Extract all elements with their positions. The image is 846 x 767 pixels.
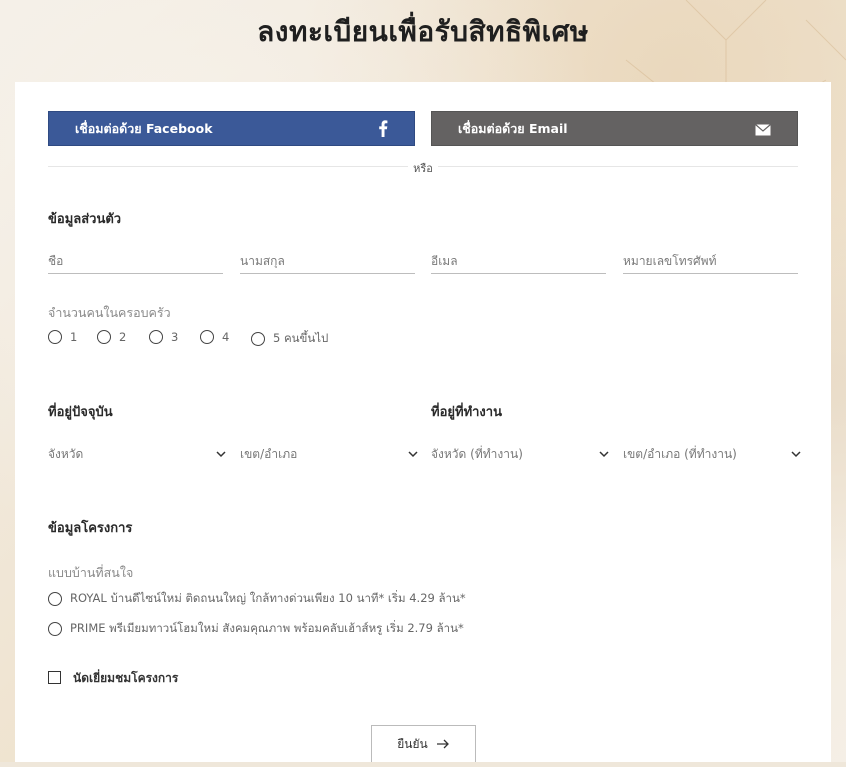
submit-label: ยืนยัน bbox=[397, 736, 428, 751]
house-option-label: PRIME พรีเมียมทาวน์โฮมใหม่ สังคมคุณภาพ พ… bbox=[70, 621, 464, 635]
registration-form: เชื่อมต่อด้วย Facebook เชื่อมต่อด้วย Ema… bbox=[15, 82, 831, 767]
work-district-select[interactable]: เขต/อำเภอ (ที่ทำงาน) bbox=[623, 441, 801, 467]
divider-text: หรือ bbox=[408, 159, 438, 177]
family-option-label: 2 bbox=[119, 330, 127, 344]
work-district-select-label: เขต/อำเภอ (ที่ทำงาน) bbox=[623, 446, 737, 461]
family-option-label: 4 bbox=[222, 330, 230, 344]
page-title: ลงทะเบียนเพื่อรับสิทธิพิเศษ bbox=[257, 15, 589, 48]
family-option-label: 5 คนขึ้นไป bbox=[273, 331, 329, 345]
district-select[interactable]: เขต/อำเภอ bbox=[240, 441, 418, 467]
family-option-label: 3 bbox=[171, 330, 179, 344]
facebook-button-label: เชื่อมต่อด้วย Facebook bbox=[75, 120, 213, 136]
work-address-heading: ที่อยู่ที่ทำงาน bbox=[431, 405, 502, 420]
province-select[interactable]: จังหวัด bbox=[48, 441, 226, 467]
first-name-input[interactable] bbox=[48, 254, 223, 268]
bottom-strip bbox=[0, 762, 846, 767]
family-option-2[interactable]: 2 bbox=[97, 330, 126, 344]
phone-field[interactable] bbox=[623, 248, 798, 274]
first-name-field[interactable] bbox=[48, 248, 223, 274]
phone-input[interactable] bbox=[623, 254, 798, 268]
chevron-down-icon bbox=[408, 451, 418, 458]
family-option-5plus[interactable]: 5 คนขึ้นไป bbox=[251, 330, 328, 348]
house-option-royal[interactable]: ROYAL บ้านดีไซน์ใหม่ ติดถนนใหญ่ ใกล้ทางด… bbox=[48, 590, 466, 608]
chevron-down-icon bbox=[599, 451, 609, 458]
radio-button[interactable] bbox=[97, 330, 111, 344]
project-info-heading: ข้อมูลโครงการ bbox=[48, 521, 133, 536]
last-name-field[interactable] bbox=[240, 248, 415, 274]
chevron-down-icon bbox=[216, 451, 226, 458]
radio-button[interactable] bbox=[149, 330, 163, 344]
arrow-right-icon bbox=[436, 739, 449, 749]
visit-checkbox[interactable] bbox=[48, 671, 61, 684]
radio-button[interactable] bbox=[48, 330, 62, 344]
province-select-label: จังหวัด bbox=[48, 446, 84, 461]
family-option-4[interactable]: 4 bbox=[200, 330, 229, 344]
submit-button[interactable]: ยืนยัน bbox=[371, 725, 476, 763]
radio-button[interactable] bbox=[200, 330, 214, 344]
house-interest-label: แบบบ้านที่สนใจ bbox=[48, 565, 134, 580]
email-input[interactable] bbox=[431, 254, 606, 268]
email-button-label: เชื่อมต่อด้วย Email bbox=[458, 120, 568, 136]
facebook-connect-button[interactable]: เชื่อมต่อด้วย Facebook bbox=[48, 111, 415, 146]
chevron-down-icon bbox=[791, 451, 801, 458]
radio-button[interactable] bbox=[48, 592, 62, 606]
family-size-label: จำนวนคนในครอบครัว bbox=[48, 305, 171, 320]
email-field[interactable] bbox=[431, 248, 606, 274]
visit-checkbox-label: นัดเยี่ยมชมโครงการ bbox=[73, 671, 179, 685]
envelope-icon bbox=[755, 120, 771, 140]
family-option-label: 1 bbox=[70, 330, 78, 344]
facebook-icon bbox=[378, 120, 388, 140]
personal-info-heading: ข้อมูลส่วนตัว bbox=[48, 212, 122, 227]
family-option-1[interactable]: 1 bbox=[48, 330, 77, 344]
district-select-label: เขต/อำเภอ bbox=[240, 446, 298, 461]
house-option-prime[interactable]: PRIME พรีเมียมทาวน์โฮมใหม่ สังคมคุณภาพ พ… bbox=[48, 620, 464, 638]
radio-button[interactable] bbox=[48, 622, 62, 636]
last-name-input[interactable] bbox=[240, 254, 415, 268]
house-option-label: ROYAL บ้านดีไซน์ใหม่ ติดถนนใหญ่ ใกล้ทางด… bbox=[70, 591, 466, 605]
email-connect-button[interactable]: เชื่อมต่อด้วย Email bbox=[431, 111, 798, 146]
current-address-heading: ที่อยู่ปัจจุบัน bbox=[48, 405, 113, 420]
work-province-select-label: จังหวัด (ที่ทำงาน) bbox=[431, 446, 523, 461]
radio-button[interactable] bbox=[251, 332, 265, 346]
family-option-3[interactable]: 3 bbox=[149, 330, 178, 344]
work-province-select[interactable]: จังหวัด (ที่ทำงาน) bbox=[431, 441, 609, 467]
